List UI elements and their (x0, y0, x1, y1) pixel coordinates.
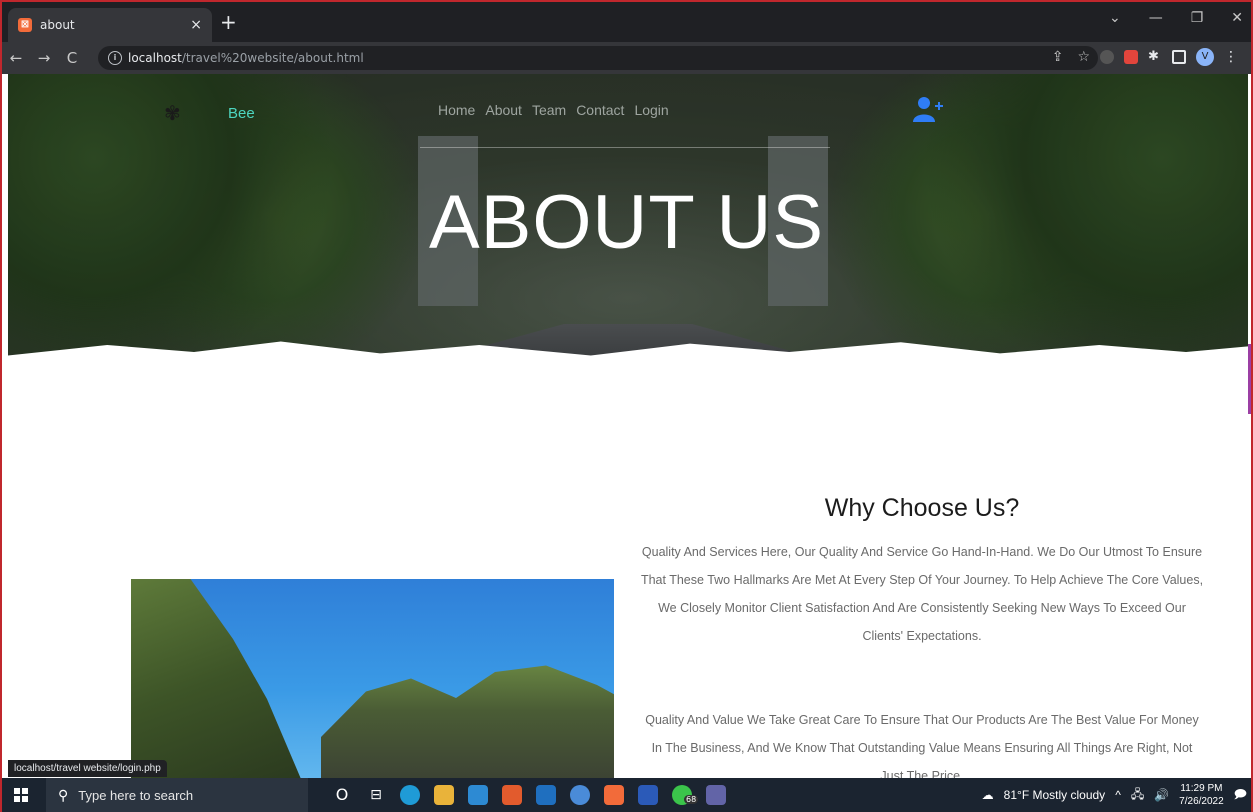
mail-icon[interactable] (468, 785, 488, 805)
logo-text: Bee (228, 104, 255, 122)
nav-team[interactable]: Team (532, 102, 566, 118)
url-host: localhost (128, 51, 182, 65)
minimize-icon[interactable]: — (1149, 10, 1163, 26)
file-explorer-icon[interactable] (434, 785, 454, 805)
address-bar[interactable]: i localhost/travel%20website/about.html … (98, 46, 1098, 70)
browser-tab[interactable]: ⊠ about × (8, 8, 212, 42)
web-page: ✾ Bee Home About Team Contact Login ABOU… (0, 74, 1253, 778)
office-icon[interactable] (502, 785, 522, 805)
forward-arrow-icon[interactable]: → (32, 49, 56, 67)
tab-search-icon[interactable]: ⌄ (1109, 10, 1121, 26)
new-tab-button[interactable]: + (220, 12, 237, 32)
island-photo (131, 579, 614, 778)
teams-icon[interactable] (706, 785, 726, 805)
tray-network-icon[interactable]: 🖧 (1131, 785, 1144, 806)
add-user-icon[interactable] (913, 96, 943, 122)
paragraph-quality-value: Quality And Value We Take Great Care To … (645, 713, 1199, 778)
extensions-area: ✱ V ⋮ (1100, 48, 1238, 66)
clock-date: 7/26/2022 (1179, 796, 1224, 807)
edge-icon[interactable] (400, 785, 420, 805)
tray-chevron-icon[interactable]: ^ (1115, 788, 1121, 802)
browser-tab-strip: ⊠ about × + ⌄ — ❐ ✕ (0, 0, 1253, 42)
extensions-puzzle-icon[interactable]: ✱ (1148, 50, 1162, 64)
taskbar-search[interactable]: ⚲ Type here to search (46, 778, 308, 812)
weather-text[interactable]: 81°F Mostly cloudy (1004, 788, 1106, 802)
word-icon[interactable] (638, 785, 658, 805)
info-icon[interactable]: i (108, 51, 122, 65)
windows-taskbar: ⚲ Type here to search O ⊟ 68 ☁ 81°F Most… (0, 778, 1253, 812)
notifications-icon[interactable]: 🗩 (1234, 785, 1247, 806)
scrollbar-thumb[interactable] (1248, 344, 1253, 414)
menu-kebab-icon[interactable]: ⋮ (1224, 50, 1238, 64)
whatsapp-icon[interactable]: 68 (672, 785, 699, 805)
nav-underline (420, 147, 830, 148)
windows-start-icon[interactable] (14, 788, 28, 802)
outlook-icon[interactable] (536, 785, 556, 805)
site-logo[interactable]: ✾ Bee (164, 102, 255, 124)
url-text: localhost/travel%20website/about.html (128, 51, 364, 65)
taskbar-clock[interactable]: 11:29 PM 7/26/2022 (1179, 782, 1224, 808)
taskbar-apps: O ⊟ 68 (332, 785, 726, 805)
cortana-icon[interactable]: O (332, 785, 352, 805)
system-tray: ☁ 81°F Mostly cloudy ^ 🖧 🔊 11:29 PM 7/26… (982, 778, 1247, 812)
xampp-favicon-icon: ⊠ (18, 18, 32, 32)
nav-home[interactable]: Home (438, 102, 475, 118)
task-view-icon[interactable]: ⊟ (366, 785, 386, 805)
nav-login[interactable]: Login (634, 102, 668, 118)
tab-title: about (40, 18, 75, 32)
nav-about[interactable]: About (485, 102, 522, 118)
section-title: Why Choose Us? (824, 494, 1020, 522)
window-controls: ⌄ — ❐ ✕ (1109, 10, 1243, 26)
page-title: ABOUT US (428, 180, 825, 265)
url-path: /travel%20website/about.html (181, 51, 364, 65)
cliff-left (131, 579, 301, 778)
bee-logo-icon: ✾ (164, 101, 181, 125)
reload-icon[interactable]: C (60, 49, 84, 67)
main-nav: Home About Team Contact Login (438, 102, 669, 118)
whatsapp-badge: 68 (684, 795, 699, 804)
browser-toolbar: ← → C i localhost/travel%20website/about… (0, 42, 1253, 74)
search-placeholder: Type here to search (78, 787, 194, 803)
xampp-icon[interactable] (604, 785, 624, 805)
nav-contact[interactable]: Contact (576, 102, 624, 118)
profile-avatar[interactable]: V (1196, 48, 1214, 66)
back-arrow-icon[interactable]: ← (4, 49, 28, 67)
search-icon: ⚲ (58, 786, 69, 803)
extension-download-icon[interactable] (1124, 50, 1138, 64)
share-icon[interactable]: ⇪ (1052, 49, 1064, 65)
paragraph-quality-services: Quality And Services Here, Our Quality A… (640, 545, 1204, 643)
link-status-url: localhost/travel website/login.php (8, 760, 167, 777)
close-tab-icon[interactable]: × (190, 17, 202, 33)
close-window-icon[interactable]: ✕ (1231, 10, 1243, 26)
bookmark-star-icon[interactable]: ☆ (1077, 49, 1090, 65)
cliff-right (321, 665, 614, 778)
tray-volume-icon[interactable]: 🔊 (1154, 788, 1169, 802)
weather-icon[interactable]: ☁ (982, 788, 994, 802)
clock-time: 11:29 PM (1180, 783, 1223, 794)
restore-icon[interactable]: ❐ (1191, 10, 1204, 26)
side-panel-icon[interactable] (1172, 50, 1186, 64)
chrome-icon[interactable] (570, 785, 590, 805)
extension-circle-icon[interactable] (1100, 50, 1114, 64)
